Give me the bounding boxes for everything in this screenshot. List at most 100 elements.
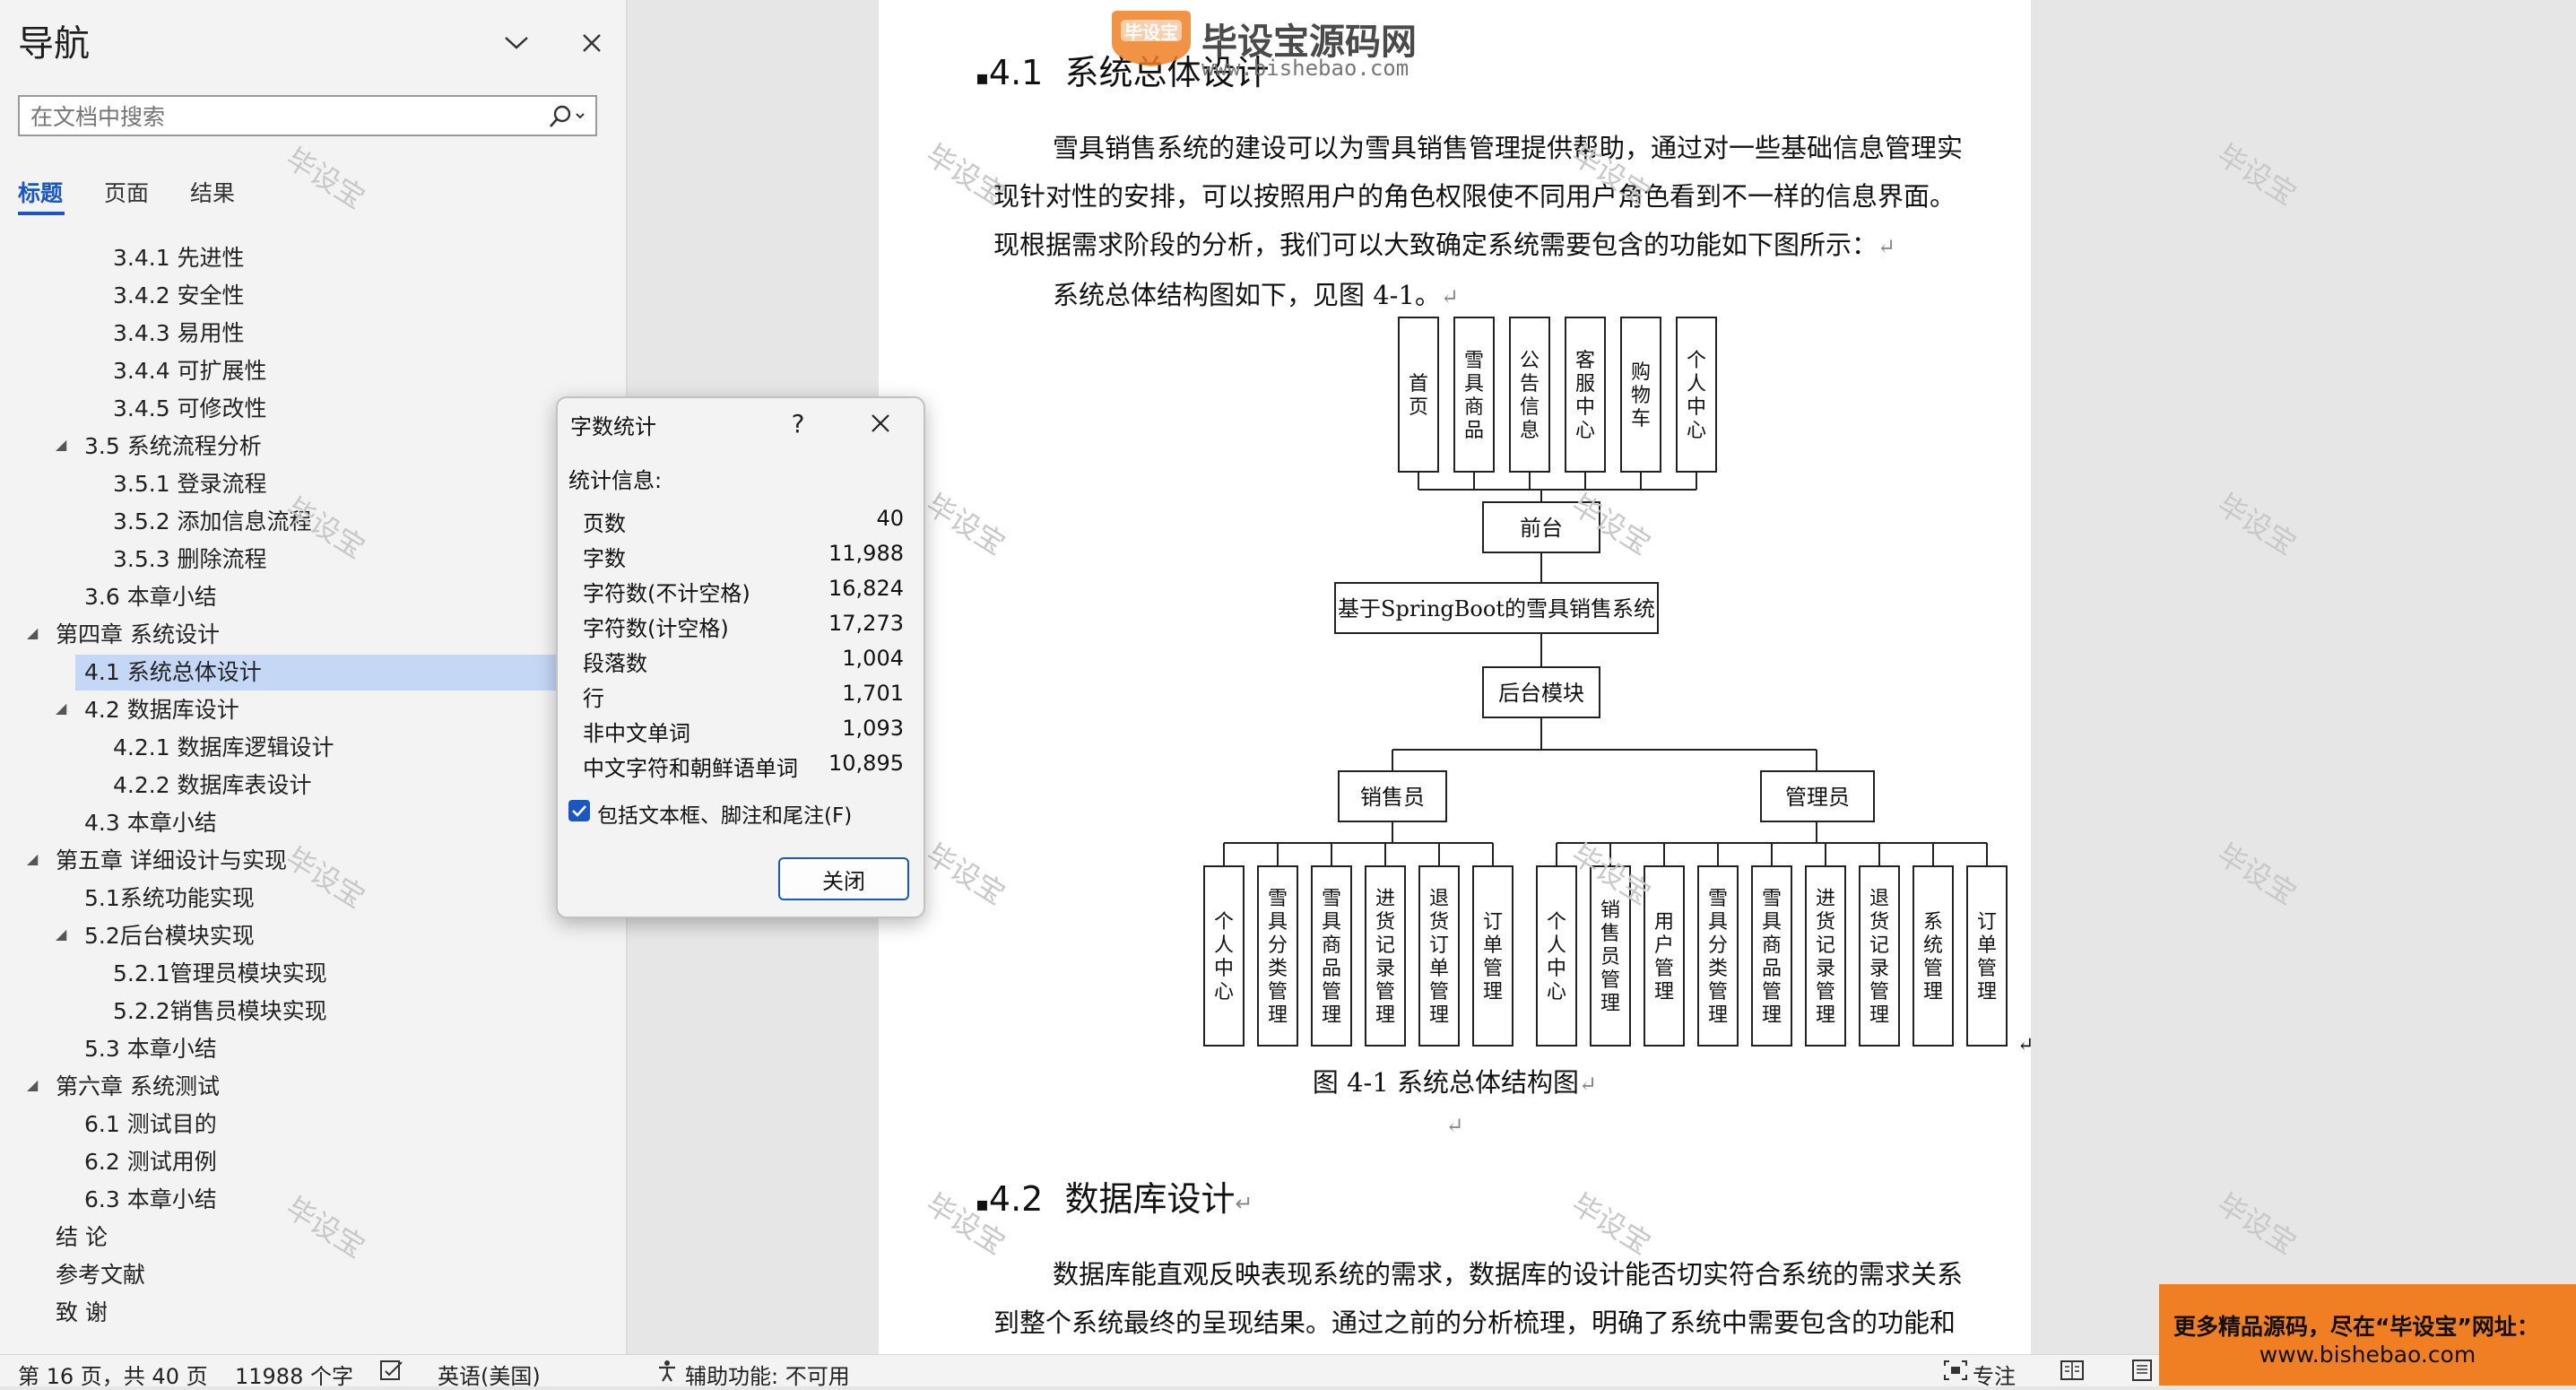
nav-heading-label: 3.4.2 安全性 — [113, 282, 245, 308]
nav-heading-item[interactable]: 3.5.3 删除流程 — [113, 542, 267, 578]
nav-heading-item[interactable]: 致 谢 — [56, 1295, 108, 1331]
sales-module-box-label: 雪具商品管理 — [1322, 888, 1341, 1027]
nav-heading-item[interactable]: 3.4.3 易用性 — [113, 316, 245, 352]
front-module-box-label: 个人中心 — [1687, 350, 1706, 442]
nav-heading-label: 3.5.1 登录流程 — [113, 471, 267, 497]
nav-heading-item[interactable]: 6.3 本章小结 — [84, 1182, 217, 1218]
nav-heading-item[interactable]: 4.3 本章小结 — [84, 805, 217, 841]
admin-module-box-label: 进货记录管理 — [1816, 888, 1835, 1027]
nav-heading-item[interactable]: 3.4.5 可修改性 — [113, 391, 267, 427]
collapse-caret-icon[interactable]: ◢ — [27, 1076, 38, 1093]
nav-heading-item[interactable]: 4.1 系统总体设计 — [75, 655, 635, 691]
nav-heading-label: 3.4.1 先进性 — [113, 245, 245, 271]
nav-heading-item[interactable]: 5.1系统功能实现 — [84, 881, 255, 917]
stat-label: 页数 — [583, 511, 626, 536]
admin-module-box-label: 用户管理 — [1654, 911, 1674, 1003]
search-icon[interactable] — [540, 100, 590, 133]
sales-module-box-label: 雪具分类管理 — [1268, 888, 1288, 1027]
nav-heading-item[interactable]: 4.2 数据库设计 — [84, 692, 239, 728]
chevron-down-icon[interactable] — [499, 25, 534, 61]
read-mode-icon[interactable] — [2059, 1359, 2086, 1387]
nav-heading-item[interactable]: 3.5.1 登录流程 — [113, 466, 267, 502]
help-button[interactable]: ? — [778, 404, 818, 443]
watermark-text: 毕设宝 — [2211, 137, 2303, 213]
collapse-caret-icon[interactable]: ◢ — [56, 925, 66, 943]
admin-module-box-label: 退货记录管理 — [1869, 888, 1889, 1027]
backend-node-box-label: 后台模块 — [1498, 681, 1584, 706]
front-module-box-label: 雪具商品 — [1464, 350, 1484, 442]
nav-heading-label: 5.2.2销售员模块实现 — [113, 998, 327, 1024]
empty-paragraph: ↵ — [879, 1099, 2031, 1150]
system-node-box-label: 基于SpringBoot的雪具销售系统 — [1338, 596, 1655, 621]
front-node-box-label: 前台 — [1520, 516, 1563, 541]
promo-url[interactable]: www.bishebao.com — [2159, 1342, 2576, 1368]
stat-row: 中文字符和朝鲜语单词 10,895 — [583, 751, 904, 785]
nav-heading-item[interactable]: 4.2.1 数据库逻辑设计 — [113, 730, 334, 766]
stat-label: 非中文单词 — [583, 721, 690, 746]
nav-heading-item[interactable]: 结 论 — [56, 1220, 108, 1255]
proofing-icon[interactable] — [378, 1359, 405, 1387]
nav-heading-item[interactable]: 参考文献 — [56, 1257, 145, 1293]
stat-row: 字符数(计空格) 17,273 — [583, 611, 904, 645]
collapse-caret-icon[interactable]: ◢ — [56, 699, 66, 717]
site-logo: 毕设宝 — [1108, 7, 1194, 70]
document-page[interactable]: ▪4.1 系统总体设计 雪具销售系统的建设可以为雪具销售管理提供帮助，通过对一些… — [879, 0, 2031, 1354]
nav-heading-item[interactable]: 5.2.1管理员模块实现 — [113, 956, 327, 992]
collapse-caret-icon[interactable]: ◢ — [56, 436, 66, 453]
nav-heading-item[interactable]: 第四章 系统设计 — [56, 617, 220, 653]
stat-value: 1,093 — [842, 716, 904, 741]
stat-row: 字符数(不计空格) 16,824 — [583, 576, 904, 610]
nav-heading-label: 5.2后台模块实现 — [84, 923, 255, 949]
tab-results[interactable]: 结果 — [190, 176, 235, 208]
nav-heading-item[interactable]: 3.5 系统流程分析 — [84, 429, 262, 465]
tab-pages[interactable]: 页面 — [104, 176, 149, 208]
nav-heading-item[interactable]: 6.1 测试目的 — [84, 1107, 217, 1142]
nav-heading-item[interactable]: 3.4.1 先进性 — [113, 240, 245, 276]
tab-headings[interactable]: 标题 — [18, 176, 63, 208]
admin-module-box-label: 雪具分类管理 — [1708, 888, 1728, 1027]
nav-heading-label: 5.1系统功能实现 — [84, 885, 255, 911]
nav-heading-item[interactable]: 第五章 详细设计与实现 — [56, 843, 287, 879]
sales-role-box-label: 销售员 — [1360, 785, 1425, 810]
nav-heading-item[interactable]: 3.6 本章小结 — [84, 579, 217, 615]
nav-heading-item[interactable]: 5.3 本章小结 — [84, 1031, 217, 1067]
collapse-caret-icon[interactable]: ◢ — [27, 850, 38, 867]
admin-module-box-label: 雪具商品管理 — [1762, 888, 1782, 1027]
return-mark: ↵ — [1235, 1191, 1253, 1216]
stat-row: 段落数 1,004 — [583, 646, 904, 680]
close-button[interactable]: 关闭 — [778, 857, 909, 900]
nav-heading-item[interactable]: 3.4.4 可扩展性 — [113, 353, 267, 389]
nav-heading-item[interactable]: 第六章 系统测试 — [56, 1069, 220, 1105]
nav-heading-item[interactable]: 5.2后台模块实现 — [84, 918, 255, 954]
nav-heading-item[interactable]: 5.2.2销售员模块实现 — [113, 994, 327, 1029]
promo-banner[interactable]: 更多精品源码，尽在“毕设宝”网址： www.bishebao.com — [2159, 1284, 2576, 1386]
stat-value: 40 — [876, 506, 904, 531]
include-textboxes-checkbox[interactable] — [568, 800, 590, 821]
close-icon[interactable] — [861, 404, 900, 443]
text-line: 数据库能直观反映表现系统的需求，数据库的设计能否切实符合系统的需求关系 — [993, 1250, 1980, 1299]
stat-label: 字符数(不计空格) — [583, 581, 750, 606]
front-module-box-label: 购物车 — [1631, 361, 1651, 430]
nav-heading-label: 第四章 系统设计 — [56, 621, 220, 647]
close-icon[interactable] — [574, 25, 610, 61]
nav-heading-label: 致 谢 — [56, 1299, 108, 1325]
navigation-pane: 导航 标题 页面 结果 3.4.1 先进性 3.4.2 安全性 3.4.3 易用性 3… — [0, 0, 635, 1354]
return-mark: ↵ — [2017, 1034, 2031, 1056]
nav-heading-item[interactable]: 4.2.2 数据库表设计 — [113, 768, 312, 804]
checkbox-label[interactable]: 包括文本框、脚注和尾注(F) — [597, 798, 852, 829]
collapse-caret-icon[interactable]: ◢ — [27, 624, 38, 641]
front-module-box-label: 公告信息 — [1520, 350, 1540, 442]
line-text: 到整个系统最终的呈现结果。通过之前的分析梳理，明确了系统中需要包含的功能和 — [993, 1307, 1956, 1338]
search-box — [18, 95, 597, 136]
print-layout-icon[interactable] — [2129, 1359, 2155, 1387]
search-input[interactable] — [29, 100, 534, 133]
admin-module-box-label: 系统管理 — [1923, 911, 1943, 1003]
logo-badge-text: 毕设宝 — [1124, 22, 1178, 43]
accessibility-icon[interactable] — [655, 1359, 680, 1387]
focus-icon[interactable] — [1942, 1359, 1969, 1387]
nav-heading-label: 3.4.4 可扩展性 — [113, 358, 267, 384]
nav-heading-label: 结 论 — [56, 1224, 108, 1250]
nav-heading-item[interactable]: 3.4.2 安全性 — [113, 278, 245, 314]
nav-heading-item[interactable]: 6.2 测试用例 — [84, 1144, 217, 1180]
heading-4-2: ▪4.2 数据库设计↵ — [976, 1179, 1253, 1219]
